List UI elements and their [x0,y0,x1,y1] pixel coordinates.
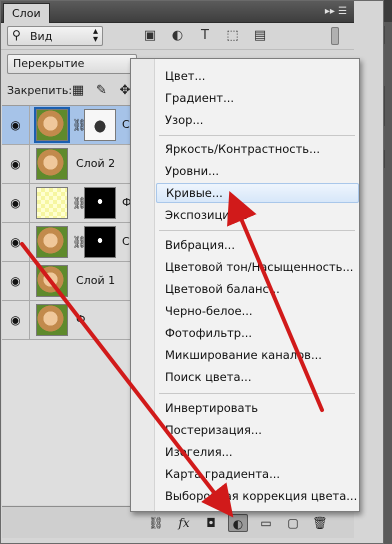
menu-separator [159,230,355,231]
kind-filter-select[interactable]: ⚲ Вид ▴ ▾ [7,26,103,46]
adjustment-menu: Цвет... Градиент... Узор... Яркость/Конт… [130,58,360,512]
lock-brush-icon[interactable]: ✎ [93,82,111,100]
layer-name: Слой 2 [76,157,116,170]
layer-thumbnail [36,148,68,180]
shape-filter-icon[interactable]: ⬚ [224,28,242,44]
adjustment-thumbnail [36,187,68,219]
menu-item[interactable]: Цветовой тон/Насыщенность... [156,257,359,277]
menu-separator [159,135,355,136]
layer-thumbnail [36,304,68,336]
mask-thumbnail [84,187,116,219]
menu-item[interactable]: Фотофильтр... [156,323,359,343]
menu-separator [159,393,355,394]
layer-thumbnail [34,107,70,143]
menu-item[interactable]: Постеризация... [156,420,359,440]
adjustment-filter-icon[interactable]: ◐ [169,28,187,44]
new-layer-icon[interactable]: ▢ [283,514,303,532]
menu-item[interactable]: Градиент... [156,88,359,108]
tab-layers[interactable]: Слои [3,3,50,23]
visibility-eye-icon[interactable]: ◉ [2,106,30,144]
layer-name: Ф [76,313,86,326]
menu-item[interactable]: Экспозиция... [156,205,359,225]
layer-name: С [122,235,130,248]
menu-item[interactable]: Поиск цвета... [156,367,359,387]
menu-item[interactable]: Изогелия... [156,442,359,462]
mask-thumbnail [84,109,116,141]
panel-titlebar: Слои ▸▸ ☰ [1,1,354,23]
add-mask-icon[interactable]: ◘ [201,514,221,532]
mask-thumbnail [84,226,116,258]
layer-name: С [122,118,130,131]
menu-item[interactable]: Карта градиента... [156,464,359,484]
pixel-filter-icon[interactable]: ▣ [141,28,159,44]
blend-mode-select[interactable]: Перекрытие [7,54,137,74]
layer-thumbnail [36,265,68,297]
menu-item[interactable]: Уровни... [156,161,359,181]
fx-button[interactable]: fx [174,514,194,532]
visibility-eye-icon[interactable]: ◉ [2,262,30,300]
menu-gutter [131,59,155,511]
lock-transparent-icon[interactable]: ▦ [69,82,87,100]
menu-item-highlighted[interactable]: Кривые... [156,183,359,203]
updown-icon: ▴ ▾ [92,26,98,45]
menu-item[interactable]: Выборочная коррекция цвета... [156,486,359,506]
visibility-eye-icon[interactable]: ◉ [2,223,30,261]
panel-menu-icon[interactable]: ▸▸ ☰ [324,4,348,20]
menu-item[interactable]: Вибрация... [156,235,359,255]
type-filter-icon[interactable]: T [196,28,214,44]
search-icon: ⚲ [12,28,21,42]
filter-icons: ▣ ◐ T ⬚ ▤ [141,28,275,44]
menu-item[interactable]: Яркость/Контрастность... [156,139,359,159]
layer-name: Слой 1 [76,274,116,287]
smart-object-filter-icon[interactable]: ▤ [251,28,269,44]
menu-item[interactable]: Черно-белое... [156,301,359,321]
menu-item[interactable]: Цвет... [156,66,359,86]
lock-icons: ▦ ✎ ✥ [69,82,136,100]
lock-label: Закрепить: [7,84,73,97]
layer-thumbnail [36,226,68,258]
visibility-eye-icon[interactable]: ◉ [2,184,30,222]
menu-item[interactable]: Цветовой баланс... [156,279,359,299]
link-icon[interactable]: ⛓ [146,514,166,532]
adjustment-layer-icon[interactable]: ◐ [228,514,248,532]
kind-filter-label: Вид [30,30,53,43]
new-group-icon[interactable]: ▭ [256,514,276,532]
filter-row: ⚲ Вид ▴ ▾ ▣ ◐ T ⬚ ▤ [1,23,354,49]
menu-item[interactable]: Узор... [156,110,359,130]
visibility-eye-icon[interactable]: ◉ [2,145,30,183]
visibility-eye-icon[interactable]: ◉ [2,301,30,339]
menu-item[interactable]: Микширование каналов... [156,345,359,365]
menu-item[interactable]: Инвертировать [156,398,359,418]
delete-layer-icon[interactable]: 🗑 [310,514,330,532]
filter-toggle[interactable] [331,27,339,45]
